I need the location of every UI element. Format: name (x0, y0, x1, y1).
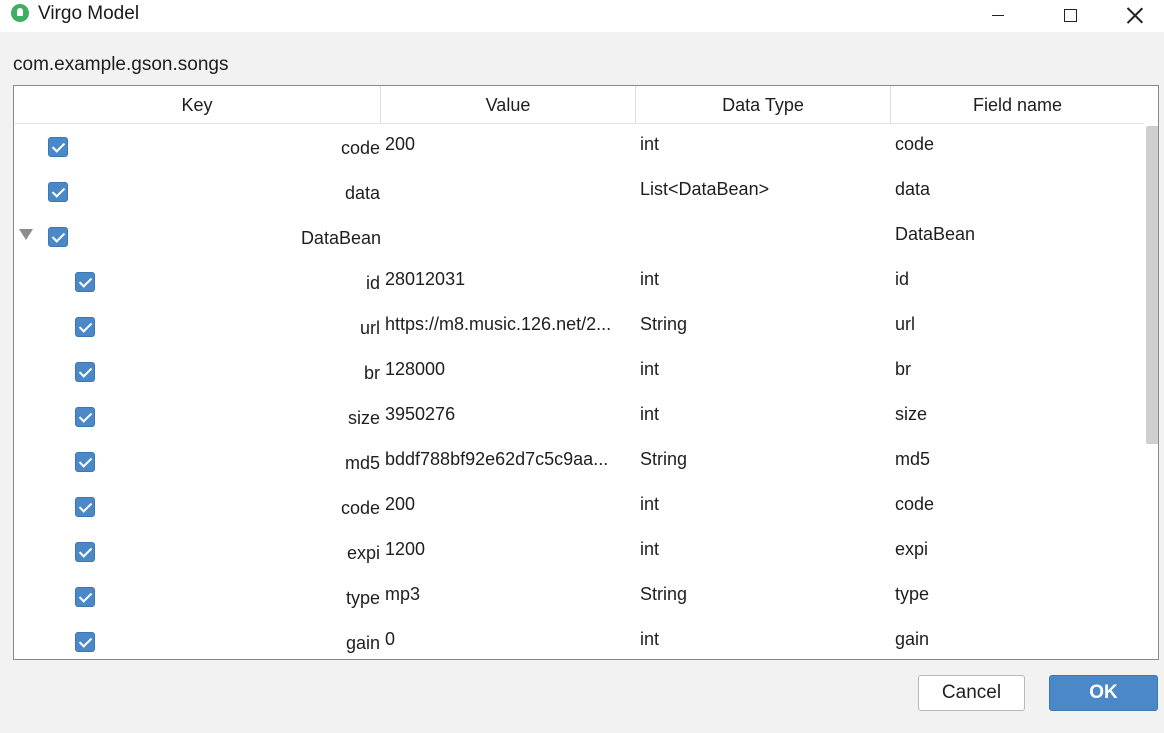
window-title: Virgo Model (38, 3, 140, 24)
table-row[interactable]: br 128000 int br (14, 348, 1144, 393)
data-type-cell: int (640, 404, 660, 424)
model-table: Key Value Data Type Field name code 200 in… (13, 85, 1159, 660)
table-row[interactable]: url https://m8.music.126.net/2... String ur… (14, 303, 1144, 348)
data-type-cell: String (640, 314, 688, 334)
table-body: code 200 int code data List<DataBean> data Data… (14, 123, 1144, 659)
key-cell: size (347, 408, 380, 428)
value-cell (385, 168, 633, 213)
android-head-icon (11, 4, 29, 22)
table-row[interactable]: gain 0 int gain (14, 618, 1144, 659)
key-cell: gain (345, 633, 380, 653)
value-cell: 200 (385, 134, 416, 154)
ok-button[interactable]: OK (1049, 675, 1158, 711)
value-cell: mp3 (385, 584, 421, 604)
table-row[interactable]: data List<DataBean> data (14, 168, 1144, 213)
column-header-field-name[interactable]: Field name (890, 86, 1144, 123)
table-row[interactable]: id 28012031 int id (14, 258, 1144, 303)
key-cell: url (359, 318, 380, 338)
data-type-cell: String (640, 449, 688, 469)
value-cell: 200 (385, 494, 416, 514)
table-row[interactable]: DataBean DataBean (14, 213, 1144, 258)
value-cell: 128000 (385, 359, 446, 379)
data-type-cell: int (640, 134, 660, 154)
key-cell: expi (346, 543, 380, 563)
value-cell: 28012031 (385, 269, 466, 289)
field-name-cell[interactable]: gain (895, 618, 929, 659)
minimize-button[interactable] (963, 0, 1033, 30)
key-cell: br (363, 363, 380, 383)
data-type-cell: int (640, 539, 660, 559)
field-name-cell[interactable]: url (895, 303, 915, 348)
key-cell: data (344, 183, 380, 203)
value-cell: https://m8.music.126.net/2... (385, 314, 612, 334)
key-cell: id (365, 273, 380, 293)
field-name-cell[interactable]: code (895, 483, 934, 528)
title-bar: Virgo Model (0, 0, 1164, 32)
value-cell (385, 213, 633, 258)
minimize-icon (992, 14, 1004, 16)
key-cell: md5 (344, 453, 380, 473)
table-row[interactable]: md5 bddf788bf92e62d7c5c9aa... String md5 (14, 438, 1144, 483)
class-path-label: com.example.gson.songs (13, 54, 229, 75)
value-cell: 1200 (385, 539, 426, 559)
maximize-icon (1063, 8, 1077, 22)
field-name-cell[interactable]: md5 (895, 438, 930, 483)
column-header-value[interactable]: Value (380, 86, 635, 123)
value-cell: bddf788bf92e62d7c5c9aa... (385, 449, 609, 469)
data-type-cell: int (640, 269, 660, 289)
column-header-data-type[interactable]: Data Type (635, 86, 890, 123)
value-cell: 0 (385, 629, 396, 649)
field-name-cell[interactable]: type (895, 573, 929, 618)
table-row[interactable]: expi 1200 int expi (14, 528, 1144, 573)
field-name-cell[interactable]: expi (895, 528, 928, 573)
table-header: Key Value Data Type Field name (14, 86, 1144, 124)
close-icon (1127, 7, 1143, 23)
data-type-cell: int (640, 629, 660, 649)
key-cell: code (340, 138, 380, 158)
key-cell: type (345, 588, 380, 608)
table-row[interactable]: size 3950276 int size (14, 393, 1144, 438)
data-type-cell: List<DataBean> (640, 179, 770, 199)
key-cell: DataBean (300, 228, 381, 248)
data-type-cell: int (640, 359, 660, 379)
column-header-key[interactable]: Key (14, 86, 380, 123)
table-row[interactable]: code 200 int code (14, 483, 1144, 528)
maximize-button[interactable] (1035, 0, 1105, 30)
field-name-cell[interactable]: br (895, 348, 911, 393)
field-name-cell[interactable]: id (895, 258, 909, 303)
cancel-button[interactable]: Cancel (918, 675, 1025, 711)
table-row[interactable]: code 200 int code (14, 123, 1144, 168)
field-name-cell[interactable]: size (895, 393, 927, 438)
table-row[interactable]: type mp3 String type (14, 573, 1144, 618)
key-cell: code (340, 498, 380, 518)
data-type-cell: int (640, 494, 660, 514)
vertical-scrollbar[interactable] (1144, 123, 1158, 659)
close-button[interactable] (1106, 0, 1164, 30)
field-name-cell[interactable]: DataBean (895, 213, 975, 258)
data-type-cell: String (640, 584, 688, 604)
field-name-cell[interactable]: data (895, 168, 930, 213)
scrollbar-thumb[interactable] (1146, 126, 1158, 444)
field-name-cell[interactable]: code (895, 123, 934, 168)
value-cell: 3950276 (385, 404, 456, 424)
